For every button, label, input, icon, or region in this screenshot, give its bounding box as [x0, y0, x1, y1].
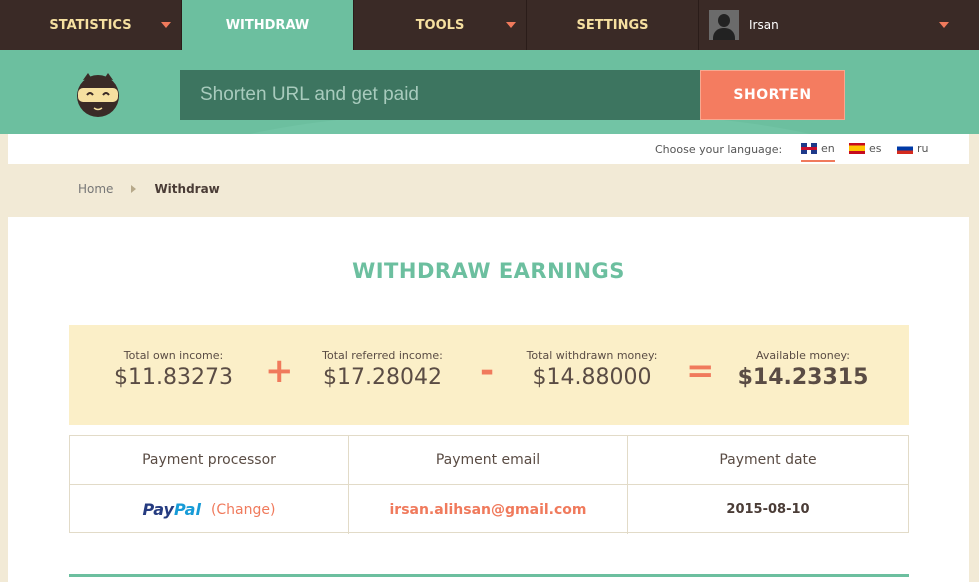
nav-withdraw[interactable]: WITHDRAW — [182, 0, 354, 50]
user-menu[interactable]: Irsan — [699, 0, 979, 50]
referred-income-label: Total referred income: — [322, 349, 443, 362]
header-payment-processor: Payment processor — [70, 436, 349, 484]
change-processor-link[interactable]: (Change) — [211, 502, 276, 518]
uk-flag-icon — [801, 143, 817, 154]
referred-income-value: $17.28042 — [323, 365, 442, 390]
payment-date-cell: 2015-08-10 — [628, 485, 908, 534]
withdrawn-money: Total withdrawn money: $14.88000 — [522, 349, 662, 390]
nav-statistics[interactable]: STATISTICS — [0, 0, 182, 50]
table-header-row: Payment processor Payment email Payment … — [70, 436, 908, 485]
payment-email-cell: irsan.alihsan@gmail.com — [349, 485, 628, 534]
spain-flag-icon — [849, 143, 865, 154]
chevron-down-icon — [161, 22, 171, 28]
payment-processor-cell: PayPal (Change) — [70, 485, 349, 534]
payment-table: Payment processor Payment email Payment … — [69, 435, 909, 534]
payment-email[interactable]: irsan.alihsan@gmail.com — [389, 502, 586, 518]
shorten-url-placeholder: Shorten URL and get paid — [200, 84, 420, 105]
russia-flag-icon — [897, 143, 913, 154]
language-label: Choose your language: — [655, 143, 783, 156]
ninja-logo-icon[interactable] — [74, 70, 122, 118]
available-money-value: $14.23315 — [737, 365, 869, 390]
language-option-es[interactable]: es — [849, 142, 882, 155]
header-payment-email: Payment email — [349, 436, 628, 484]
payment-date: 2015-08-10 — [726, 502, 810, 517]
nav-tools[interactable]: TOOLS — [354, 0, 527, 50]
own-income: Total own income: $11.83273 — [101, 349, 246, 390]
language-option-en[interactable]: en — [801, 142, 835, 162]
breadcrumb: Home Withdraw — [78, 182, 220, 196]
shorten-button[interactable]: SHORTEN — [700, 70, 845, 120]
paypal-logo: PayPal — [143, 500, 201, 519]
nav-statistics-label: STATISTICS — [49, 17, 132, 33]
available-money: Available money: $14.23315 — [733, 349, 873, 390]
page-title: WITHDRAW EARNINGS — [352, 259, 625, 283]
user-name: Irsan — [749, 18, 779, 32]
withdrawn-money-label: Total withdrawn money: — [526, 349, 658, 362]
chevron-down-icon — [506, 22, 516, 28]
top-nav: STATISTICS WITHDRAW TOOLS SETTINGS Irsan — [0, 0, 979, 50]
language-code-es: es — [869, 142, 882, 155]
paypal-logo-pay: Pay — [142, 500, 174, 519]
language-bar: Choose your language: en es ru — [8, 134, 969, 164]
language-code-ru: ru — [917, 142, 929, 155]
chevron-down-icon — [939, 22, 949, 28]
divider — [69, 574, 909, 577]
language-code-en: en — [821, 142, 835, 155]
table-row: PayPal (Change) irsan.alihsan@gmail.com … — [70, 485, 908, 534]
language-option-ru[interactable]: ru — [897, 142, 929, 155]
available-money-label: Available money: — [756, 349, 850, 362]
own-income-label: Total own income: — [123, 349, 224, 362]
breadcrumb-home[interactable]: Home — [78, 182, 113, 196]
equals-icon: = — [686, 351, 715, 391]
header-payment-date: Payment date — [719, 452, 817, 468]
minus-icon: - — [480, 351, 495, 391]
breadcrumb-current: Withdraw — [154, 182, 220, 196]
paypal-logo-pal: Pal — [173, 500, 201, 519]
earnings-summary: Total own income: $11.83273 + Total refe… — [69, 325, 909, 425]
own-income-value: $11.83273 — [114, 365, 233, 390]
nav-settings[interactable]: SETTINGS — [527, 0, 699, 50]
breadcrumb-separator-icon — [131, 185, 137, 193]
plus-icon: + — [265, 351, 294, 391]
nav-settings-label: SETTINGS — [576, 17, 649, 33]
main-panel: WITHDRAW EARNINGS Total own income: $11.… — [8, 217, 969, 582]
shorten-url-input[interactable]: Shorten URL and get paid — [180, 70, 700, 120]
referred-income: Total referred income: $17.28042 — [315, 349, 450, 390]
nav-tools-label: TOOLS — [415, 17, 465, 33]
nav-withdraw-label: WITHDRAW — [225, 17, 310, 33]
withdrawn-money-value: $14.88000 — [532, 365, 652, 390]
avatar — [709, 10, 739, 40]
